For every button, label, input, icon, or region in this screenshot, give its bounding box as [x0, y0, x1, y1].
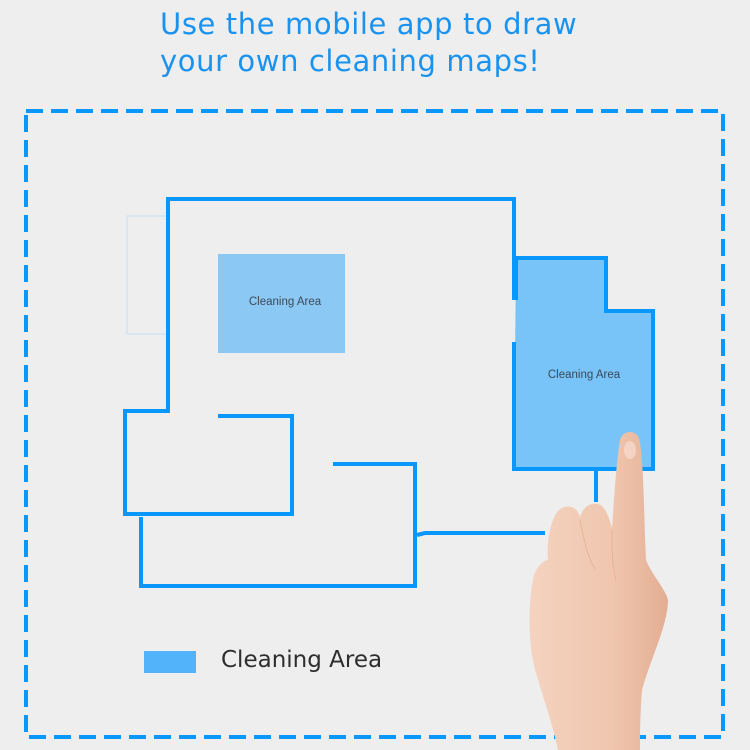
wall-small-room [123, 409, 294, 516]
wall-corridor [416, 531, 545, 537]
legend-label: Cleaning Area [221, 647, 383, 673]
cleaning-area-1-label: Cleaning Area [248, 296, 322, 308]
pointing-hand-icon [529, 432, 668, 750]
legend-swatch [144, 651, 196, 673]
cleaning-area-2-label: Cleaning Area [547, 369, 621, 381]
wall-lower-room [139, 462, 417, 588]
floor-map [24, 109, 725, 750]
faint-room-outline [126, 215, 170, 335]
